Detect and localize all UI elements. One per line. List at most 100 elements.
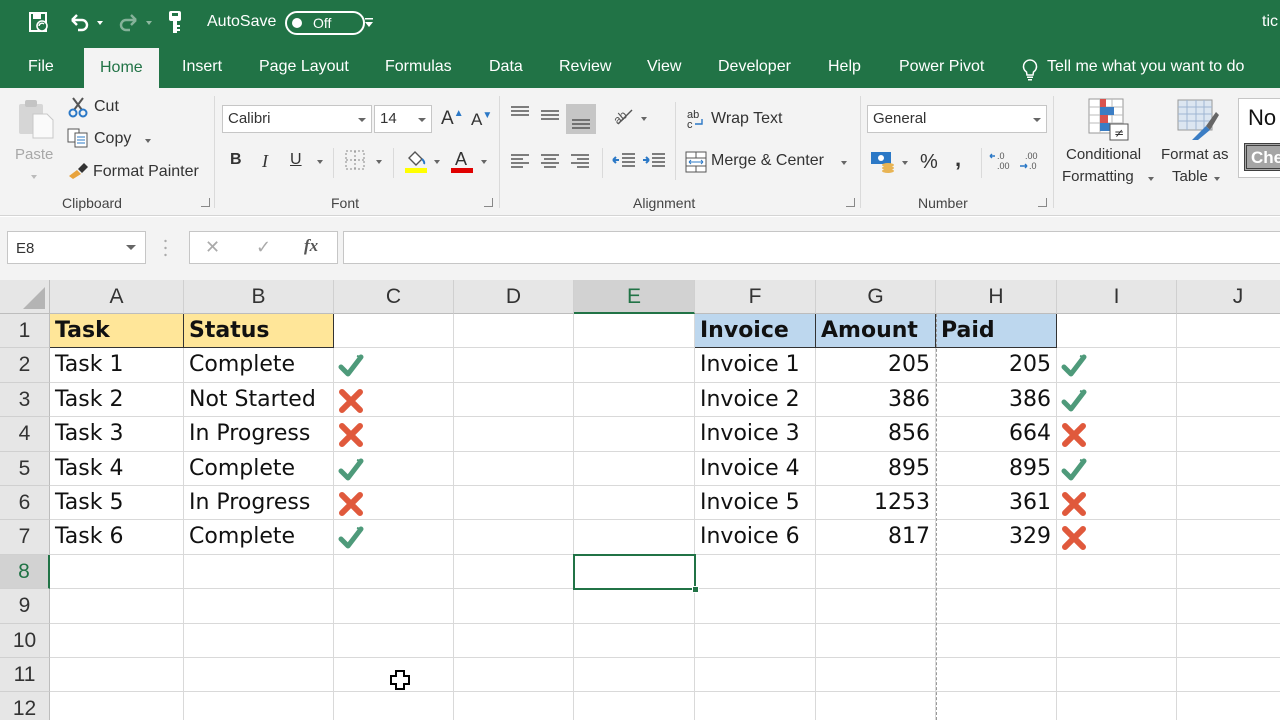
cell-f9[interactable] xyxy=(695,589,816,624)
percent-style-button[interactable]: % xyxy=(920,151,938,174)
cell-b5[interactable]: Complete xyxy=(184,451,334,486)
cell-b4[interactable]: In Progress xyxy=(184,417,334,452)
undo-icon[interactable] xyxy=(68,12,90,37)
insert-function-icon[interactable]: fx xyxy=(304,236,318,256)
cell-g10[interactable] xyxy=(816,623,936,658)
key-icon[interactable] xyxy=(168,10,182,39)
cell-i1[interactable] xyxy=(1057,314,1177,349)
underline-dropdown-icon[interactable] xyxy=(317,160,323,164)
tab-data[interactable]: Data xyxy=(489,46,523,88)
cell-j9[interactable] xyxy=(1177,589,1280,624)
redo-dropdown-icon[interactable] xyxy=(146,21,152,25)
tab-insert[interactable]: Insert xyxy=(182,46,222,88)
cell-f2[interactable]: Invoice 1 xyxy=(695,348,816,383)
borders-dropdown-icon[interactable] xyxy=(376,160,382,164)
cell-b12[interactable] xyxy=(184,692,334,720)
paste-dropdown-icon[interactable] xyxy=(31,175,37,179)
cell-i8[interactable] xyxy=(1057,554,1177,590)
tab-view[interactable]: View xyxy=(647,46,681,88)
cell-e12[interactable] xyxy=(574,692,695,720)
row-header-9[interactable]: 9 xyxy=(0,589,50,624)
cell-a9[interactable] xyxy=(50,589,184,624)
number-launcher-icon[interactable] xyxy=(1038,198,1047,207)
decrease-font-size-button[interactable]: A▼ xyxy=(471,110,492,130)
cell-a4[interactable]: Task 3 xyxy=(50,417,184,452)
cell-a5[interactable]: Task 4 xyxy=(50,451,184,486)
underline-button[interactable]: U xyxy=(290,151,302,169)
cell-c12[interactable] xyxy=(334,692,454,720)
row-header-10[interactable]: 10 xyxy=(0,623,50,658)
row-header-11[interactable]: 11 xyxy=(0,658,50,693)
copy-button[interactable]: Copy xyxy=(94,130,131,148)
cell-e4[interactable] xyxy=(574,417,695,452)
cell-j3[interactable] xyxy=(1177,383,1280,418)
column-header-d[interactable]: D xyxy=(454,280,574,314)
tab-review[interactable]: Review xyxy=(559,46,611,88)
conditional-formatting-label-2[interactable]: Formatting xyxy=(1062,168,1134,185)
cell-c1[interactable] xyxy=(334,314,454,349)
format-painter-button[interactable]: Format Painter xyxy=(93,163,199,181)
decrease-decimal-icon[interactable]: .00.0 xyxy=(1019,150,1043,177)
cell-i12[interactable] xyxy=(1057,692,1177,720)
copy-dropdown-icon[interactable] xyxy=(145,139,151,143)
save-icon[interactable] xyxy=(28,11,50,38)
cell-e7[interactable] xyxy=(574,520,695,555)
number-format-combo[interactable]: General xyxy=(867,105,1047,133)
cell-g6[interactable]: 1253 xyxy=(816,486,936,521)
borders-icon[interactable] xyxy=(345,150,365,175)
decrease-indent-icon[interactable] xyxy=(612,152,636,175)
tab-page-layout[interactable]: Page Layout xyxy=(259,46,349,88)
increase-indent-icon[interactable] xyxy=(642,152,666,175)
orientation-icon[interactable]: ab xyxy=(611,104,636,131)
cell-f10[interactable] xyxy=(695,623,816,658)
increase-font-size-button[interactable]: A▲ xyxy=(441,108,464,130)
column-header-b[interactable]: B xyxy=(184,280,334,314)
cell-g4[interactable]: 856 xyxy=(816,417,936,452)
formula-input[interactable] xyxy=(343,231,1280,264)
middle-align-icon[interactable] xyxy=(540,109,560,128)
alignment-launcher-icon[interactable] xyxy=(846,198,855,207)
cell-b3[interactable]: Not Started xyxy=(184,382,334,418)
cell-e11[interactable] xyxy=(574,658,695,693)
cell-g1[interactable]: Amount xyxy=(816,314,936,349)
paste-button[interactable]: Paste xyxy=(15,146,53,163)
cell-b2[interactable]: Complete xyxy=(184,348,334,383)
cell-j7[interactable] xyxy=(1177,520,1280,555)
cell-e10[interactable] xyxy=(574,623,695,658)
orientation-dropdown-icon[interactable] xyxy=(641,117,647,121)
increase-decimal-icon[interactable]: .0.00 xyxy=(989,150,1013,177)
cell-j11[interactable] xyxy=(1177,658,1280,693)
name-box[interactable]: E8 xyxy=(7,231,146,264)
cell-e6[interactable] xyxy=(574,486,695,521)
conditional-formatting-label-1[interactable]: Conditional xyxy=(1066,146,1141,163)
column-header-a[interactable]: A xyxy=(50,280,184,314)
row-header-2[interactable]: 2 xyxy=(0,348,50,383)
cell-d4[interactable] xyxy=(454,417,574,452)
cell-d2[interactable] xyxy=(454,348,574,383)
cell-a8[interactable] xyxy=(50,554,184,590)
cell-a7[interactable]: Task 6 xyxy=(50,520,184,555)
cell-d3[interactable] xyxy=(454,382,574,418)
cell-j1[interactable] xyxy=(1177,314,1280,349)
cell-a11[interactable] xyxy=(50,658,184,693)
cell-f8[interactable] xyxy=(695,554,816,590)
clipboard-launcher-icon[interactable] xyxy=(201,198,210,207)
paste-icon[interactable] xyxy=(17,98,57,145)
cell-g5[interactable]: 895 xyxy=(816,451,936,486)
row-header-7[interactable]: 7 xyxy=(0,520,50,555)
cut-button[interactable]: Cut xyxy=(94,98,119,116)
cell-a6[interactable]: Task 5 xyxy=(50,486,184,521)
cell-a3[interactable]: Task 2 xyxy=(50,382,184,418)
style-check-cell[interactable]: Che xyxy=(1244,143,1280,171)
cell-h4[interactable]: 664 xyxy=(936,417,1057,452)
style-normal[interactable]: No xyxy=(1248,105,1276,131)
wrap-text-button[interactable]: Wrap Text xyxy=(711,110,782,128)
accounting-dropdown-icon[interactable] xyxy=(902,161,908,165)
cell-d8[interactable] xyxy=(454,554,574,590)
cell-h9[interactable] xyxy=(936,589,1057,624)
formula-bar-resize-handle[interactable] xyxy=(164,239,167,257)
select-all-button[interactable] xyxy=(0,280,50,314)
cell-c8[interactable] xyxy=(334,554,454,590)
font-color-dropdown-icon[interactable] xyxy=(481,160,487,164)
cell-f1[interactable]: Invoice xyxy=(695,314,816,349)
